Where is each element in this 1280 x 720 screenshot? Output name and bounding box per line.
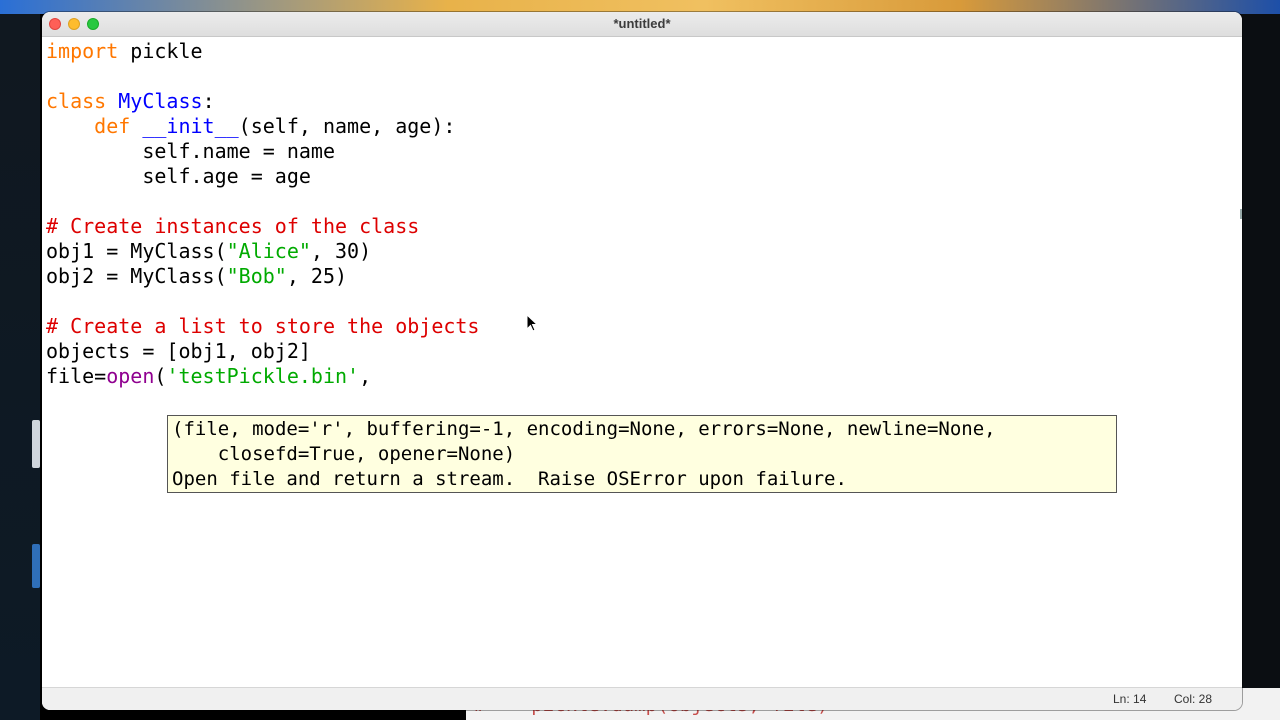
scroll-marker <box>1240 209 1242 219</box>
column-number: Col: 28 <box>1174 692 1213 706</box>
title-bar[interactable]: *untitled* <box>42 12 1242 37</box>
desktop-background-left <box>0 14 40 720</box>
string-literal: 'testPickle.bin' <box>166 364 360 388</box>
code-line-13[interactable]: objects = [obj1, obj2] <box>46 339 311 364</box>
code-text: , 25) <box>286 264 348 288</box>
code-text: file= <box>46 364 107 388</box>
code-text: , <box>359 364 372 388</box>
code-line-14[interactable]: file=open('testPickle.bin', <box>46 364 371 389</box>
code-line-1[interactable]: import pickle <box>46 39 203 64</box>
string-literal: "Alice" <box>226 239 311 263</box>
code-line-12[interactable]: # Create a list to store the objects <box>46 314 479 339</box>
code-line-10[interactable]: obj2 = MyClass("Bob", 25) <box>46 264 347 289</box>
background-window-edge <box>32 420 40 468</box>
code-editor[interactable]: import pickle class MyClass: def __init_… <box>42 37 1242 687</box>
code-line-9[interactable]: obj1 = MyClass("Alice", 30) <box>46 239 371 264</box>
builtin-name: open <box>106 364 155 388</box>
calltip-docstring: Open file and return a stream. Raise OSE… <box>172 468 847 490</box>
string-literal: "Bob" <box>226 264 287 288</box>
code-line-8[interactable]: # Create instances of the class <box>46 214 419 239</box>
mouse-pointer-icon <box>526 314 539 332</box>
calltip-signature: (file, mode='r', buffering=-1, encoding=… <box>172 418 996 440</box>
line-number: Ln: 14 <box>1113 692 1147 706</box>
code-text: : <box>202 89 215 113</box>
calltip-signature-continued: closefd=True, opener=None) <box>172 443 516 465</box>
code-text: obj2 = MyClass( <box>46 264 227 288</box>
code-text: , 30) <box>310 239 372 263</box>
code-line-3[interactable]: class MyClass: <box>46 89 215 114</box>
window-title: *untitled* <box>613 16 671 31</box>
screen: # pickle.dump(objects, file) *untitled* … <box>0 0 1280 720</box>
code-line-4[interactable]: def __init__(self, name, age): <box>46 114 455 139</box>
code-text: (self, name, age): <box>238 114 456 138</box>
editor-window[interactable]: *untitled* import pickle class MyClass: … <box>42 12 1242 710</box>
code-line-5[interactable]: self.name = name <box>46 139 335 164</box>
desktop-background-right <box>1241 14 1280 720</box>
keyword: import <box>46 39 119 63</box>
calltip-popup: (file, mode='r', buffering=-1, encoding=… <box>167 415 1117 493</box>
code-text: obj1 = MyClass( <box>46 239 227 263</box>
class-name: MyClass <box>118 89 203 113</box>
status-bar: Ln: 14 Col: 28 <box>42 687 1242 710</box>
code-text: ( <box>154 364 167 388</box>
code-line-6[interactable]: self.age = age <box>46 164 311 189</box>
code-text: pickle <box>118 39 203 63</box>
background-window-edge <box>32 544 40 588</box>
keyword: class <box>46 89 107 113</box>
keyword: def <box>94 114 131 138</box>
function-name: __init__ <box>142 114 239 138</box>
